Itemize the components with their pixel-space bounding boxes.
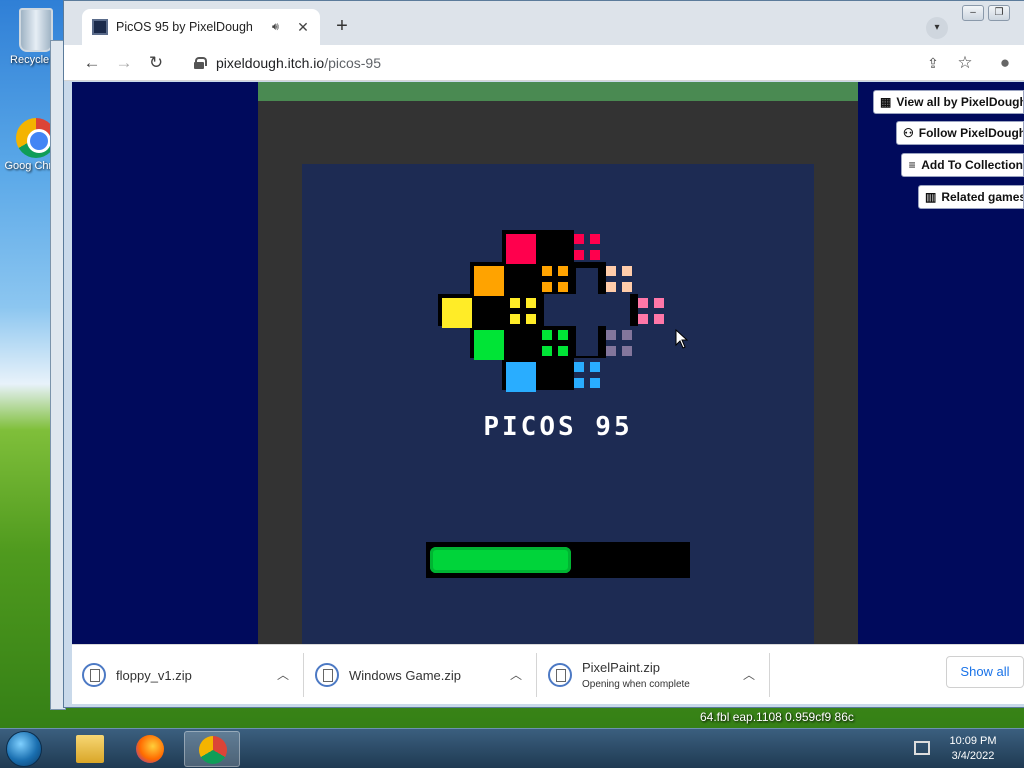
address-bar[interactable]: pixeldough.itch.io/picos-95	[182, 49, 942, 77]
file-icon	[548, 663, 572, 687]
add-user-icon: ⚇	[903, 126, 914, 140]
lock-icon[interactable]	[194, 57, 207, 69]
folder-icon	[76, 735, 104, 763]
download-name: Windows Game.zip	[349, 667, 461, 683]
taskbar-firefox[interactable]	[122, 731, 178, 767]
bookmark-star-icon[interactable]: ☆	[953, 51, 977, 75]
browser-toolbar: ← → ↻ pixeldough.itch.io/picos-95 ⇪ ☆ ●	[64, 45, 1024, 81]
download-item[interactable]: Windows Game.zip ︿	[305, 653, 537, 697]
wallpaper-text: 64.fbl eap.1108 0.959cf9 86c	[700, 710, 854, 724]
clock[interactable]: 10:09 PM 3/4/2022	[938, 734, 1008, 764]
show-all-button[interactable]: Show all	[946, 656, 1024, 688]
close-tab-icon[interactable]: ✕	[296, 19, 310, 36]
tab-title: PicOS 95 by PixelDough	[116, 20, 253, 34]
url-host: pixeldough.itch.io	[216, 55, 325, 71]
map-icon: ▥	[925, 190, 937, 204]
taskbar: 10:09 PM 3/4/2022	[0, 728, 1024, 768]
speaker-icon[interactable]: 🔊︎	[272, 21, 286, 33]
profile-icon[interactable]: ●	[993, 51, 1017, 75]
chevron-up-icon[interactable]: ︿	[510, 666, 522, 683]
download-item[interactable]: floppy_v1.zip ︿	[72, 653, 304, 697]
follow-label: Follow PixelDough	[918, 126, 1024, 140]
browser-window: PicOS 95 by PixelDough 🔊︎ ✕ + ▾ ‒ ❐ ← → …	[63, 0, 1024, 708]
forward-button[interactable]: →	[112, 51, 136, 75]
downloads-bar: floppy_v1.zip ︿ Windows Game.zip ︿ Pixel…	[72, 644, 1024, 704]
firefox-icon	[136, 735, 164, 763]
playlist-add-icon: ≡	[908, 158, 916, 172]
maximize-button[interactable]: ❐	[988, 5, 1010, 21]
network-icon[interactable]	[914, 741, 930, 755]
download-status: Opening when complete	[582, 679, 690, 690]
chevron-up-icon[interactable]: ︿	[277, 666, 289, 683]
add-to-collection-label: Add To Collection	[921, 158, 1023, 172]
itchio-icon: ▦	[880, 95, 892, 109]
taskbar-chrome[interactable]	[184, 731, 240, 767]
view-all-button[interactable]: ▦ View all by PixelDough	[873, 90, 1024, 114]
file-icon	[315, 663, 339, 687]
page-content: PICOS 95 ▦ View all by PixelDough ⚇ Foll…	[72, 82, 1024, 644]
chevron-down-icon[interactable]: ▾	[926, 17, 948, 39]
recycle-bin-icon	[19, 8, 53, 52]
picos-logo-icon	[438, 230, 664, 392]
related-games-label: Related games	[941, 190, 1024, 204]
view-all-label: View all by PixelDough	[896, 95, 1024, 109]
url-text: pixeldough.itch.io/picos-95	[216, 55, 381, 71]
tab-picos95[interactable]: PicOS 95 by PixelDough 🔊︎ ✕	[82, 9, 320, 45]
url-path: /picos-95	[324, 55, 381, 71]
reload-button[interactable]: ↻	[144, 51, 168, 75]
chevron-up-icon[interactable]: ︿	[743, 666, 755, 683]
share-icon[interactable]: ⇪	[921, 51, 945, 75]
clock-date: 3/4/2022	[951, 750, 995, 762]
progress-fill	[430, 547, 571, 573]
game-topbar	[258, 82, 858, 101]
loading-progress-bar	[426, 542, 690, 578]
back-button[interactable]: ←	[80, 51, 104, 75]
chrome-icon	[199, 736, 227, 764]
game-title: PICOS 95	[483, 412, 633, 442]
new-tab-button[interactable]: +	[330, 15, 354, 39]
favicon-icon	[92, 19, 108, 35]
taskbar-explorer[interactable]	[62, 731, 118, 767]
download-name: PixelPaint.zip	[582, 660, 661, 675]
tab-strip: PicOS 95 by PixelDough 🔊︎ ✕ + ▾ ‒ ❐	[64, 1, 1024, 45]
add-to-collection-button[interactable]: ≡ Add To Collection	[901, 153, 1024, 177]
file-icon	[82, 663, 106, 687]
clock-time: 10:09 PM	[949, 735, 997, 747]
related-games-button[interactable]: ▥ Related games	[918, 185, 1024, 209]
follow-button[interactable]: ⚇ Follow PixelDough	[896, 121, 1024, 145]
download-item[interactable]: PixelPaint.zip Opening when complete ︿	[538, 653, 770, 697]
game-panel: PICOS 95	[258, 82, 858, 644]
download-name: floppy_v1.zip	[116, 667, 192, 683]
start-button[interactable]	[6, 731, 42, 767]
minimize-button[interactable]: ‒	[962, 5, 984, 21]
game-screen[interactable]: PICOS 95	[302, 164, 814, 644]
